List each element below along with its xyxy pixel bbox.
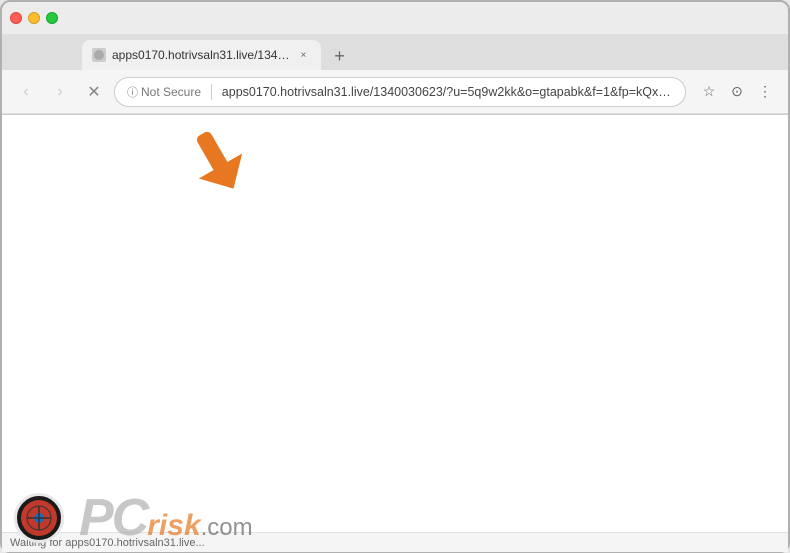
insecure-lock-icon: ⓘ (127, 84, 138, 100)
omnibox[interactable]: ⓘ Not Secure apps0170.hotrivsaln31.live/… (114, 77, 686, 107)
dotcom-text: .com (201, 514, 253, 542)
active-tab[interactable]: apps0170.hotrivsaln31.live/134… × (82, 40, 321, 70)
omnibox-separator (211, 84, 212, 100)
browser-content: PC risk .com Waiting for apps0170.hotriv… (2, 115, 788, 552)
tab-close-button[interactable]: × (295, 47, 311, 63)
toolbar-right: ☆ ⊙ ⋮ (696, 79, 778, 105)
watermark-logo (14, 493, 69, 543)
pcrisk-icon (14, 493, 64, 543)
traffic-lights (10, 12, 58, 24)
reload-button[interactable]: ✕ (80, 78, 108, 106)
close-button[interactable] (10, 12, 22, 24)
pc-text: PC (79, 492, 147, 544)
not-secure-indicator[interactable]: ⓘ Not Secure (127, 84, 201, 100)
title-bar (2, 2, 788, 34)
watermark: PC risk .com (2, 484, 265, 552)
account-button[interactable]: ⊙ (724, 79, 750, 105)
back-button[interactable]: ‹ (12, 78, 40, 106)
minimize-button[interactable] (28, 12, 40, 24)
address-bar: ‹ › ✕ ⓘ Not Secure apps0170.hotrivsaln31… (2, 70, 788, 114)
tab-title: apps0170.hotrivsaln31.live/134… (112, 48, 289, 62)
not-secure-label: Not Secure (141, 85, 201, 99)
annotation-arrow (187, 125, 247, 200)
watermark-text: PC risk .com (79, 492, 253, 544)
tab-favicon (92, 48, 106, 62)
maximize-button[interactable] (46, 12, 58, 24)
new-tab-button[interactable]: + (325, 42, 353, 70)
tab-bar: apps0170.hotrivsaln31.live/134… × + (2, 34, 788, 70)
menu-button[interactable]: ⋮ (752, 79, 778, 105)
pcrisk-icon-inner (21, 500, 57, 536)
forward-button[interactable]: › (46, 78, 74, 106)
risk-text: risk (147, 509, 200, 543)
bookmark-button[interactable]: ☆ (696, 79, 722, 105)
url-display: apps0170.hotrivsaln31.live/1340030623/?u… (222, 85, 673, 99)
